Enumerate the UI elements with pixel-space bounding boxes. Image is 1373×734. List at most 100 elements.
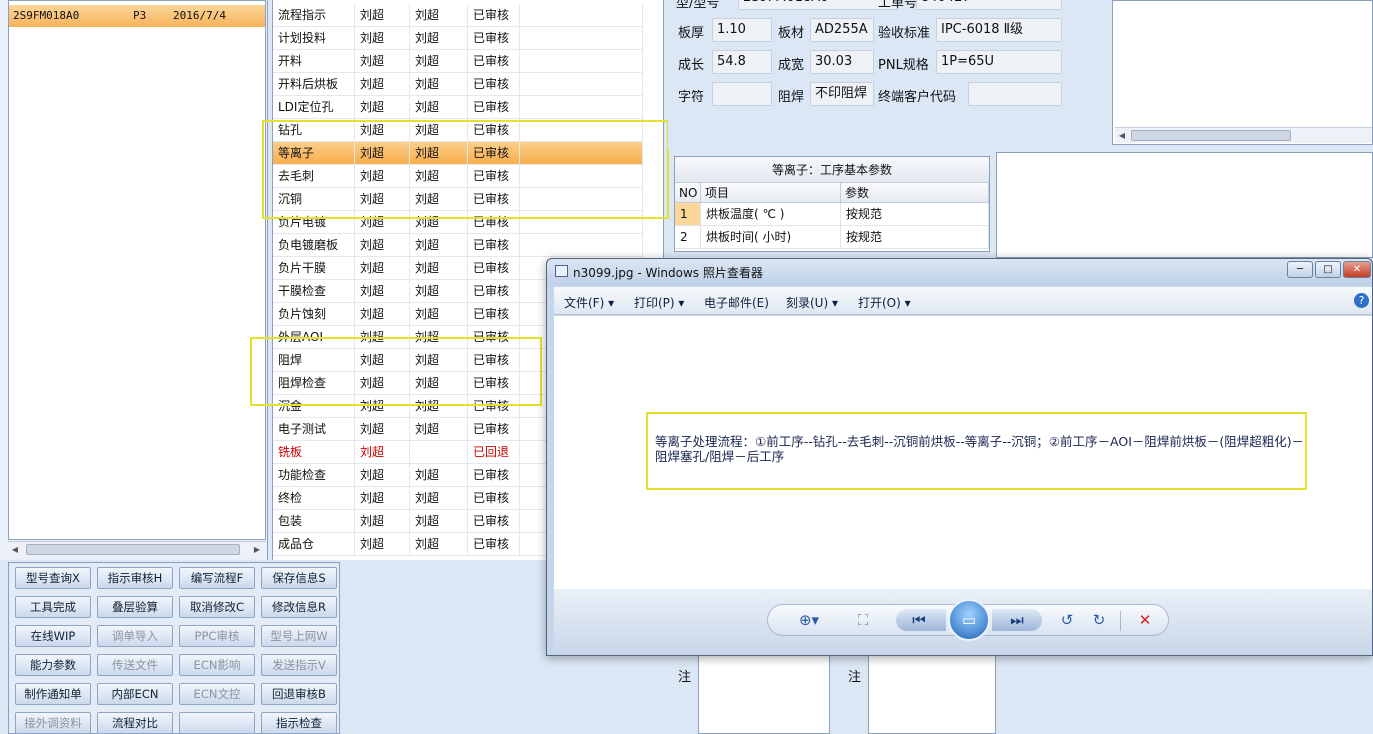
table-cell-maker: 刘超 (355, 27, 410, 50)
table-row[interactable]: 开料后烘板 刘超 刘超 已审核 (273, 73, 643, 96)
menu-email[interactable]: 电子邮件(E) (704, 294, 769, 311)
action-button[interactable]: 能力参数 (15, 654, 91, 676)
pnl-field[interactable]: 1P=65U (936, 50, 1062, 74)
table-cell-status: 已审核 (468, 464, 520, 487)
action-button[interactable]: 工具完成 (15, 596, 91, 618)
delete-icon[interactable]: ✕ (1134, 610, 1156, 630)
model-field[interactable]: 2S9FM018A0 (738, 0, 898, 10)
action-button[interactable]: 内部ECN (97, 683, 173, 705)
grid-cell-value[interactable]: 按规范 (841, 203, 989, 226)
width-field[interactable]: 30.03 (810, 50, 874, 74)
customer-code-label: 终端客户代码 (878, 90, 957, 105)
table-cell-status: 已审核 (468, 27, 520, 50)
image-text: 等离子处理流程：①前工序--钻孔--去毛刺--沉铜前烘板--等离子--沉铜；②前… (655, 434, 1305, 464)
action-button[interactable]: 型号上网W (261, 625, 337, 647)
help-icon[interactable]: ? (1354, 293, 1369, 308)
horizontal-scrollbar[interactable]: ◀ ▶ (8, 541, 266, 557)
parameter-grid-title: 等离子：工序基本参数 (675, 157, 989, 183)
table-row[interactable]: 计划投料 刘超 刘超 已审核 (273, 27, 643, 50)
customer-code-field[interactable] (968, 82, 1062, 106)
action-button[interactable]: 回退审核B (261, 683, 337, 705)
action-button[interactable] (179, 712, 255, 734)
action-button[interactable]: 流程对比 (97, 712, 173, 734)
scroll-left-icon[interactable]: ◀ (1117, 130, 1127, 141)
action-button[interactable]: 传送文件 (97, 654, 173, 676)
remark-box-left[interactable] (698, 650, 830, 734)
action-button[interactable]: ECN文控 (179, 683, 255, 705)
action-button[interactable]: 型号查询X (15, 567, 91, 589)
minimize-icon[interactable]: ─ (1287, 261, 1313, 278)
char-field[interactable] (712, 82, 772, 106)
action-button[interactable]: ECN影响 (179, 654, 255, 676)
actual-size-icon[interactable]: ⛶ (852, 610, 874, 630)
scroll-left-icon[interactable]: ◀ (10, 544, 20, 555)
zoom-icon[interactable]: ⊕▾ (792, 610, 826, 630)
viewer-title-bar[interactable]: n3099.jpg - Windows 照片查看器 ─ □ ✕ (547, 259, 1372, 285)
maximize-icon[interactable]: □ (1315, 261, 1341, 278)
top-right-grid: ◀ (1112, 0, 1373, 145)
standard-label: 验收标准 (878, 26, 931, 41)
action-button[interactable]: 修改信息R (261, 596, 337, 618)
remark-box-right[interactable] (868, 650, 996, 734)
column-header-no: NO (675, 183, 701, 203)
grid-cell-value[interactable]: 按规范 (841, 226, 989, 249)
table-cell-auditor: 刘超 (410, 234, 468, 257)
menu-burn[interactable]: 刻录(U) ▾ (786, 294, 838, 311)
table-cell-empty (520, 234, 643, 257)
action-button[interactable]: 指示审核H (97, 567, 173, 589)
rotate-left-icon[interactable]: ↺ (1056, 610, 1078, 630)
table-cell-auditor: 刘超 (410, 464, 468, 487)
table-cell-name: 电子测试 (273, 418, 355, 441)
image-canvas: 等离子处理流程：①前工序--钻孔--去毛刺--沉铜前烘板--等离子--沉铜；②前… (554, 316, 1372, 589)
grid-cell-item[interactable]: 烘板时间( 小时) (701, 226, 841, 249)
toolbar-divider (1120, 611, 1121, 631)
scrollbar-thumb[interactable] (26, 544, 240, 555)
thickness-field[interactable]: 1.10 (712, 18, 772, 42)
table-cell-status: 已回退 (468, 441, 520, 464)
action-button[interactable]: 调单导入 (97, 625, 173, 647)
scroll-right-icon[interactable]: ▶ (252, 544, 262, 555)
table-cell-maker: 刘超 (355, 464, 410, 487)
image-file-icon (555, 265, 568, 277)
table-cell-auditor (410, 441, 468, 464)
table-row[interactable]: 负电镀磨板 刘超 刘超 已审核 (273, 234, 643, 257)
action-button[interactable]: 保存信息S (261, 567, 337, 589)
action-button[interactable]: 制作通知单 (15, 683, 91, 705)
grid-cell-no[interactable]: 1 (675, 203, 701, 226)
table-row[interactable]: 流程指示 刘超 刘超 已审核 (273, 4, 643, 27)
action-button[interactable]: 发送指示V (261, 654, 337, 676)
action-button[interactable]: 取消修改C (179, 596, 255, 618)
table-cell-maker: 刘超 (355, 280, 410, 303)
action-button[interactable]: 叠层验算 (97, 596, 173, 618)
table-cell-auditor: 刘超 (410, 73, 468, 96)
process-parameter-grid: 等离子：工序基本参数 NO 项目 参数 1 烘板温度( ℃ ) 按规范 2 烘板… (674, 156, 990, 252)
grid-horizontal-scrollbar[interactable]: ◀ (1115, 127, 1372, 143)
table-cell-maker: 刘超 (355, 50, 410, 73)
menu-file[interactable]: 文件(F) ▾ (564, 294, 614, 311)
scrollbar-thumb[interactable] (1131, 130, 1291, 141)
table-cell-name: 负片蚀刻 (273, 303, 355, 326)
material-field[interactable]: AD255A (810, 18, 874, 42)
table-row[interactable]: LDI定位孔 刘超 刘超 已审核 (273, 96, 643, 119)
work-order-field[interactable]: 840427 (916, 0, 1062, 10)
grid-cell-no[interactable]: 2 (675, 226, 701, 249)
table-cell-auditor: 刘超 (410, 27, 468, 50)
rotate-right-icon[interactable]: ↻ (1088, 610, 1110, 630)
standard-field[interactable]: IPC-6018 Ⅱ级 (936, 18, 1062, 42)
mask-field[interactable]: 不印阻焊 (810, 82, 874, 106)
table-row[interactable]: 开料 刘超 刘超 已审核 (273, 50, 643, 73)
action-button[interactable]: 编写流程F (179, 567, 255, 589)
table-cell-status: 已审核 (468, 50, 520, 73)
table-cell-name: 成品仓 (273, 533, 355, 556)
table-cell-status: 已审核 (468, 257, 520, 280)
grid-cell-item[interactable]: 烘板温度( ℃ ) (701, 203, 841, 226)
menu-print[interactable]: 打印(P) ▾ (634, 294, 684, 311)
list-item-selected[interactable]: 2S9FM018A0 P3 2016/7/4 (9, 5, 265, 27)
action-button[interactable]: 指示检查 (261, 712, 337, 734)
close-icon[interactable]: ✕ (1343, 261, 1371, 278)
action-button[interactable]: 接外调资料 (15, 712, 91, 734)
action-button[interactable]: 在线WIP (15, 625, 91, 647)
action-button[interactable]: PPC审核 (179, 625, 255, 647)
menu-open[interactable]: 打开(O) ▾ (858, 294, 911, 311)
length-field[interactable]: 54.8 (712, 50, 772, 74)
